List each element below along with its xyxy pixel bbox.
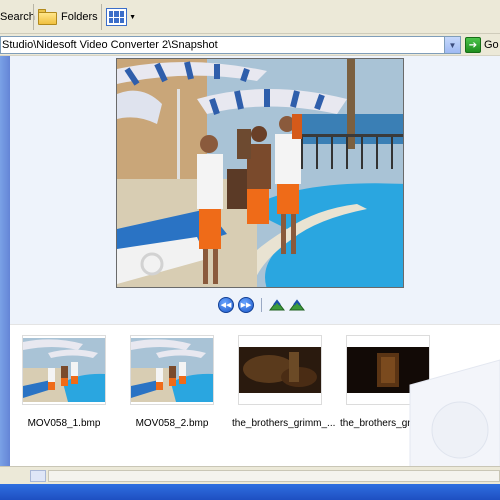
dark-forest-thumbnail-image (239, 347, 321, 393)
preview-image (116, 58, 404, 288)
folders-label: Folders (61, 11, 98, 23)
address-dropdown-button[interactable]: ▼ (444, 37, 460, 53)
previous-image-button[interactable]: ◀◀ (218, 297, 234, 313)
go-label: Go (484, 39, 499, 51)
views-icon (106, 8, 128, 26)
go-arrow-icon: ➔ (465, 37, 481, 53)
task-pane (0, 56, 10, 474)
pool-thumbnail-image (131, 338, 213, 402)
toolbar-separator (33, 4, 34, 30)
toolbar: Search Folders ▼ (0, 0, 500, 34)
go-button[interactable]: ➔ Go (465, 37, 499, 53)
next-image-button[interactable]: ▶▶ (238, 297, 254, 313)
rotate-clockwise-icon (269, 299, 285, 311)
folders-button[interactable]: Folders (38, 7, 98, 27)
rotate-counterclockwise-icon (289, 299, 305, 311)
next-icon: ▶▶ (240, 302, 252, 309)
controls-separator (261, 298, 262, 312)
address-field[interactable]: Studio\Nidesoft Video Converter 2\Snapsh… (0, 36, 461, 54)
thumbnail-label: MOV058_1.bmp (27, 418, 101, 429)
views-button[interactable]: ▼ (106, 6, 136, 28)
pool-scene-image (117, 59, 403, 287)
chevron-down-icon: ▼ (448, 40, 457, 50)
thumbnail-frame (130, 335, 214, 405)
taskbar (0, 484, 500, 500)
thumbnail-label: the_brothers_grimm_... (232, 418, 336, 429)
previous-icon: ◀◀ (220, 302, 232, 309)
horizontal-scrollbar[interactable] (0, 466, 500, 484)
thumbnail-item[interactable]: the_brothers_grimm_... (232, 335, 336, 429)
pool-thumbnail-image (23, 338, 105, 402)
thumbnail-item[interactable]: MOV058_1.bmp (16, 335, 112, 429)
rotate-counterclockwise-button[interactable] (289, 298, 305, 312)
thumbnail-label: MOV058_2.bmp (135, 418, 209, 429)
chevron-down-icon: ▼ (129, 13, 136, 21)
thumbnail-frame (238, 335, 322, 405)
address-path: Studio\Nidesoft Video Converter 2\Snapsh… (2, 39, 218, 51)
address-bar: Studio\Nidesoft Video Converter 2\Snapsh… (0, 34, 500, 56)
filmstrip-preview: ◀◀ ▶▶ (10, 56, 500, 324)
toolbar-separator (101, 4, 102, 30)
thumbnail-frame (22, 335, 106, 405)
scroll-left-button[interactable] (30, 470, 46, 482)
thumbnail-item[interactable]: MOV058_2.bmp (124, 335, 220, 429)
folder-icon (38, 9, 57, 25)
content-area: ◀◀ ▶▶ MOV058_1.bmp MOV058_2.bmp the_brot… (0, 56, 500, 475)
search-button[interactable]: Search (0, 7, 35, 27)
scroll-track[interactable] (48, 470, 500, 482)
search-label: Search (0, 11, 35, 23)
thumbnail-strip: MOV058_1.bmp MOV058_2.bmp the_brothers_g… (10, 324, 500, 475)
background-watermark-icon (409, 359, 500, 475)
preview-controls: ◀◀ ▶▶ (218, 297, 305, 313)
rotate-clockwise-button[interactable] (269, 298, 285, 312)
